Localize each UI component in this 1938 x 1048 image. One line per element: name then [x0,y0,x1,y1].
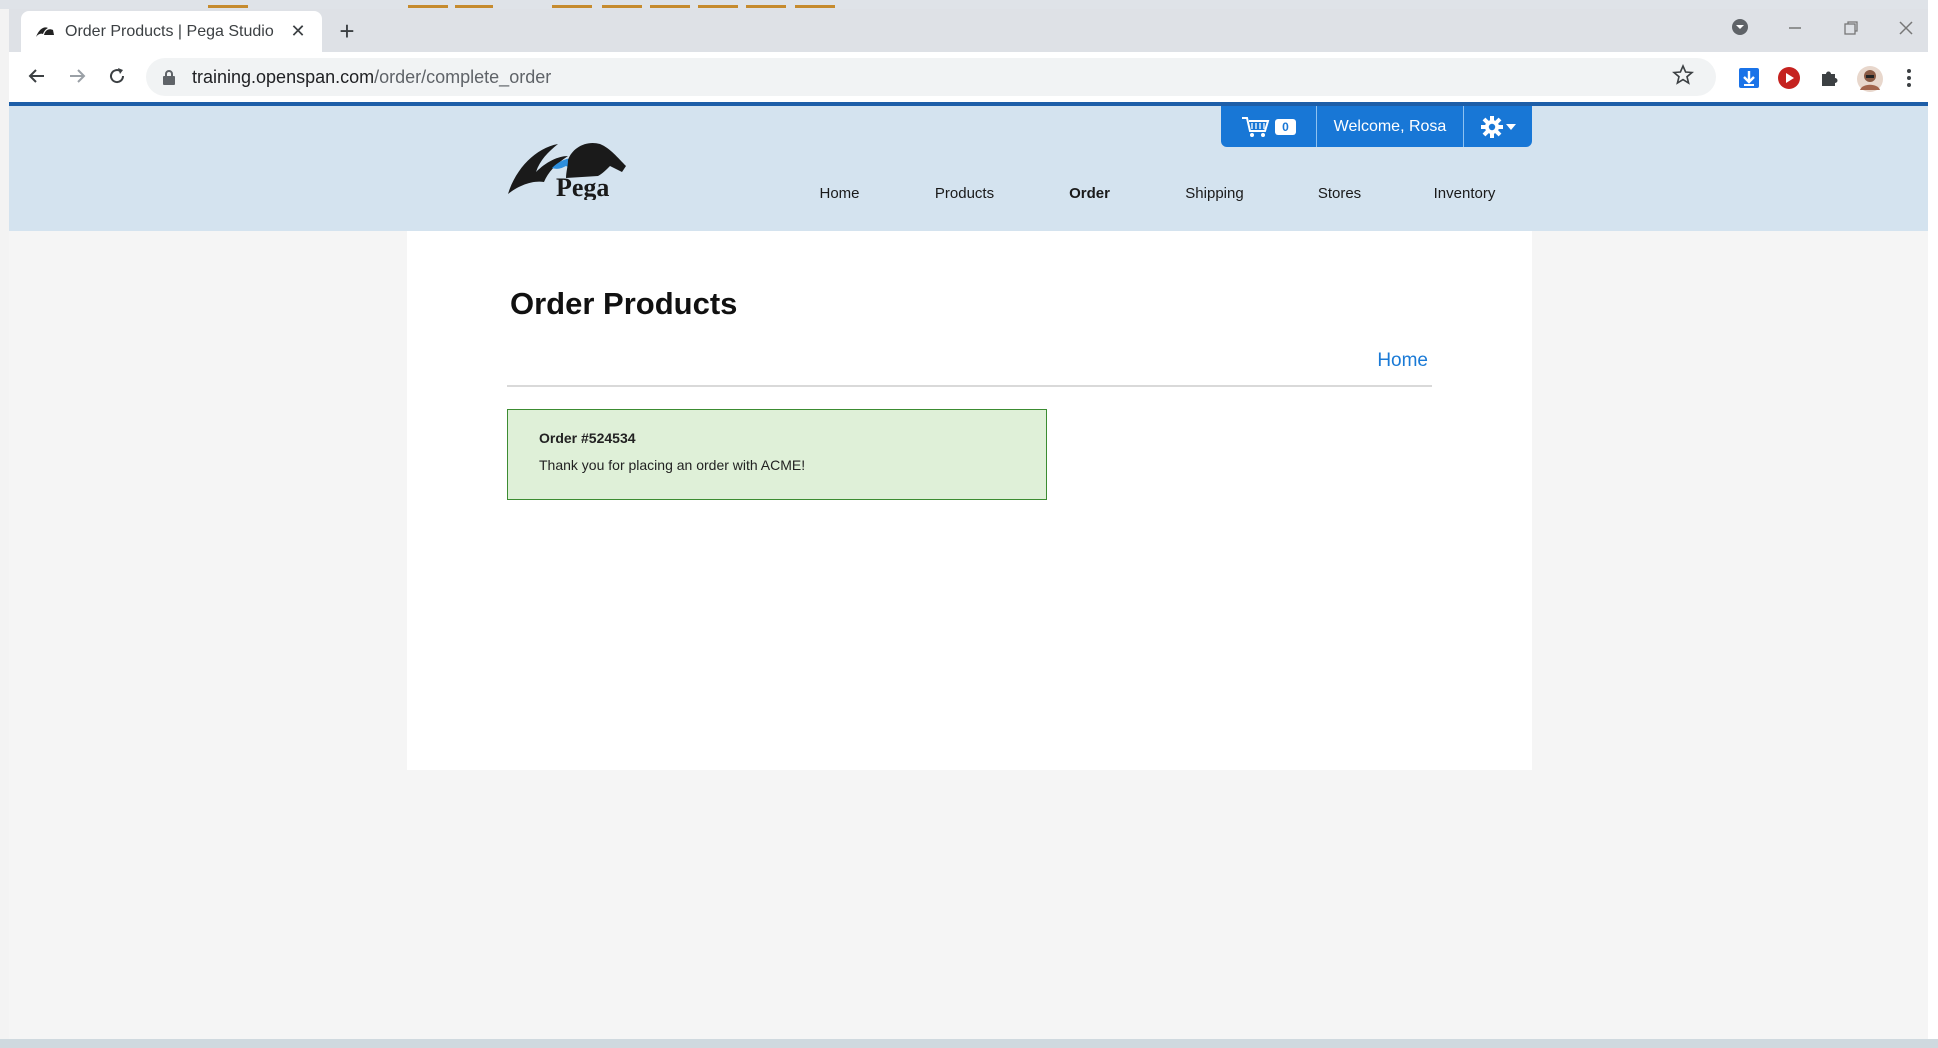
caret-down-icon [1506,123,1516,130]
pega-logo[interactable]: Pega [506,138,636,200]
order-number: Order #524534 [539,430,636,446]
desktop-taskbar-bottom [0,1039,1938,1048]
stop-extension-icon[interactable] [1776,65,1802,91]
address-bar[interactable]: training.openspan.com/order/complete_ord… [146,58,1716,96]
desktop-edge [1928,0,1938,1048]
forward-icon[interactable] [63,65,91,93]
taskbar-marker [408,5,448,8]
browser-window: Order Products | Pega Studio Trai ✕ + [9,9,1928,1039]
taskbar-marker [602,5,642,8]
taskbar-marker [208,5,248,8]
tab-strip: Order Products | Pega Studio Trai ✕ + [9,9,1928,52]
download-extension-icon[interactable] [1736,65,1762,91]
brand-text: Pega [556,173,609,200]
gear-icon [1481,115,1503,138]
nav-shipping[interactable]: Shipping [1152,178,1277,210]
cart-icon [1242,116,1270,137]
close-window-icon[interactable] [1886,15,1926,45]
taskbar-marker [455,5,493,8]
divider [507,385,1432,387]
cart-count-badge: 0 [1275,118,1296,135]
site-header: Pega 0 Welcome, Rosa Home Products Order… [9,106,1928,231]
nav-order[interactable]: Order [1027,178,1152,210]
new-tab-button[interactable]: + [331,15,363,47]
profile-avatar[interactable] [1856,65,1883,92]
browser-tab[interactable]: Order Products | Pega Studio Trai ✕ [21,11,322,52]
welcome-text: Welcome, Rosa [1317,106,1464,147]
reload-icon[interactable] [103,65,131,93]
settings-menu-button[interactable] [1464,115,1532,139]
star-icon[interactable] [1671,63,1695,92]
nav-home[interactable]: Home [777,178,902,210]
web-page: Pega 0 Welcome, Rosa Home Products Order… [9,106,1928,1039]
url-path: /order/complete_order [374,66,552,87]
restore-icon[interactable] [1831,15,1871,45]
nav-stores[interactable]: Stores [1277,178,1402,210]
cart-button[interactable]: 0 [1221,106,1317,147]
nav-products[interactable]: Products [902,178,1027,210]
taskbar-marker [795,5,835,8]
desktop-taskbar-top [0,0,1938,9]
url-host: training.openspan.com [192,66,375,87]
page-title: Order Products [510,286,738,321]
browser-toolbar: training.openspan.com/order/complete_ord… [9,52,1928,106]
lock-icon [163,70,175,85]
main-nav: Home Products Order Shipping Stores Inve… [777,178,1527,210]
taskbar-marker [698,5,738,8]
nav-inventory[interactable]: Inventory [1402,178,1527,210]
tab-close-icon[interactable]: ✕ [288,21,308,42]
url-text: training.openspan.com/order/complete_ord… [192,67,551,88]
confirmation-message: Thank you for placing an order with ACME… [539,457,806,473]
tab-title: Order Products | Pega Studio Trai [65,22,278,40]
puzzle-icon[interactable] [1816,65,1842,91]
minimize-icon[interactable] [1775,15,1815,45]
taskbar-marker [746,5,786,8]
pega-favicon-icon [36,26,54,37]
main-content: Order Products Home Order #524534 Thank … [407,231,1532,770]
taskbar-marker [552,5,592,8]
order-confirmation-notice: Order #524534 Thank you for placing an o… [507,409,1047,500]
tab-search-icon[interactable] [1720,15,1760,45]
taskbar-marker [650,5,690,8]
user-toolbar: 0 Welcome, Rosa [1221,106,1532,147]
back-icon[interactable] [23,65,51,93]
home-link[interactable]: Home [1377,350,1428,372]
menu-dots-icon[interactable] [1896,65,1922,91]
